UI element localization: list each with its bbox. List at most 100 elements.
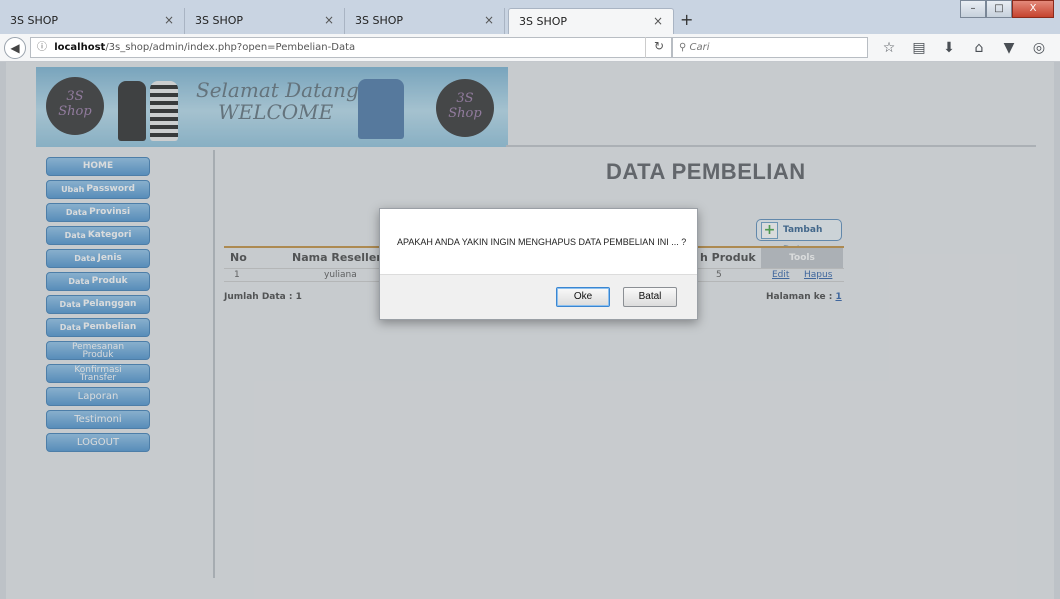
download-icon[interactable]: ⬇ (934, 39, 964, 57)
page-link[interactable]: 1 (835, 292, 841, 302)
cell-reseller: yuliana (324, 270, 357, 280)
logo-text-top: 3S (66, 89, 84, 104)
pagination: Halaman ke : 1 (766, 292, 842, 302)
greeting-text: Selamat Datang WELCOME (196, 79, 359, 123)
new-tab-button[interactable]: + (680, 10, 693, 29)
add-data-button[interactable]: + Tambah Data (756, 219, 842, 255)
sidebar-item-jenis[interactable]: Data Jenis (46, 249, 150, 268)
column-header-tools: Tools (761, 248, 843, 268)
sidebar-item-prefix: Data (64, 231, 86, 240)
navigation-bar: ◀ ⓘ localhost/3s_shop/admin/index.php?op… (0, 34, 1060, 62)
sidebar-item-label: Transfer (79, 373, 117, 383)
sidebar-item-laporan[interactable]: Laporan (46, 387, 150, 406)
home-icon[interactable]: ⌂ (964, 39, 994, 57)
edit-link[interactable]: Edit (772, 270, 789, 280)
sidebar-item-testimoni[interactable]: Testimoni (46, 410, 150, 429)
close-window-button[interactable]: X (1012, 0, 1054, 18)
model-photo (118, 81, 146, 141)
page-title: DATA PEMBELIAN (606, 159, 806, 184)
sidebar-item-pelanggan[interactable]: Data Pelanggan (46, 295, 150, 314)
sidebar-item-home[interactable]: HOME (46, 157, 150, 176)
tab-close-icon[interactable]: × (653, 14, 663, 28)
tab-title: 3S SHOP (519, 15, 568, 28)
reading-list-icon[interactable]: ▤ (904, 39, 934, 57)
pagination-label: Halaman ke : (766, 292, 836, 302)
sidebar-item-konfirmasi[interactable]: Konfirmasi Transfer (46, 364, 150, 383)
sidebar-item-pembelian[interactable]: Data Pembelian (46, 318, 150, 337)
sidebar-item-label: Pelanggan (82, 299, 137, 309)
tab-title: 3S SHOP (355, 14, 404, 27)
back-button[interactable]: ◀ (4, 37, 26, 59)
cancel-button[interactable]: Batal (623, 287, 677, 307)
browser-tab[interactable]: 3S SHOP × (185, 8, 345, 34)
reload-button[interactable]: ↻ (645, 37, 672, 58)
menu-icon[interactable]: ≡ (1054, 39, 1060, 57)
logo-text-top: 3S (456, 91, 474, 106)
pocket-icon[interactable]: ▼ (994, 39, 1024, 57)
browser-tab[interactable]: 3S SHOP × (345, 8, 505, 34)
toolbar-icons: ☆ ▤ ⬇ ⌂ ▼ ◎ ≡ (874, 39, 1060, 57)
header-divider (506, 145, 1036, 147)
dialog-footer: Oke Batal (380, 274, 697, 319)
browser-tab-active[interactable]: 3S SHOP × (508, 8, 674, 34)
ok-button[interactable]: Oke (556, 287, 610, 307)
sidebar-item-label: Provinsi (89, 207, 131, 217)
tab-title: 3S SHOP (10, 14, 59, 27)
url-path: /3s_shop/admin/index.php?open=Pembelian-… (105, 42, 356, 53)
add-icon: + (761, 222, 778, 239)
column-header-no: No (230, 251, 247, 264)
sidebar-item-label: Produk (91, 276, 128, 286)
sidebar-item-label: Laporan (77, 391, 119, 402)
sidebar-divider (213, 150, 215, 578)
tab-bar: 3S SHOP × 3S SHOP × 3S SHOP × 3S SHOP × … (0, 0, 1060, 34)
bookmark-star-icon[interactable]: ☆ (874, 39, 904, 57)
sidebar-item-label: Kategori (87, 230, 132, 240)
sidebar-item-label: Testimoni (74, 414, 122, 425)
sidebar-item-kategori[interactable]: Data Kategori (46, 226, 150, 245)
tab-close-icon[interactable]: × (484, 13, 494, 27)
model-photo (358, 79, 404, 139)
sidebar-item-prefix: Data (59, 323, 81, 332)
sidebar-item-prefix: Data (65, 208, 88, 217)
browser-tab[interactable]: 3S SHOP × (0, 8, 185, 34)
sidebar-menu: HOME Ubah Password Data Provinsi Data Kateg… (46, 157, 150, 456)
sidebar-item-prefix: Data (74, 254, 96, 263)
page-content: 3S Shop Selamat Datang WELCOME 3S Shop H… (6, 62, 1054, 599)
cell-jumlah: 5 (716, 270, 722, 280)
logo-text-bottom: Shop (448, 106, 482, 121)
sidebar-item-pemesanan[interactable]: Pemesanan Produk (46, 341, 150, 360)
back-arrow-icon: ◀ (10, 41, 20, 55)
tab-close-icon[interactable]: × (164, 13, 174, 27)
sidebar-item-label: Jenis (97, 253, 122, 263)
cell-no: 1 (234, 270, 240, 280)
window-controls: – □ X (960, 0, 1054, 18)
delete-link[interactable]: Hapus (804, 270, 832, 280)
site-banner: 3S Shop Selamat Datang WELCOME 3S Shop (36, 67, 508, 147)
maximize-button[interactable]: □ (986, 0, 1012, 18)
addon-icon[interactable]: ◎ (1024, 39, 1054, 57)
tab-close-icon[interactable]: × (324, 13, 334, 27)
logo-text-bottom: Shop (58, 104, 92, 119)
record-count: Jumlah Data : 1 (224, 292, 302, 302)
sidebar-item-label: HOME (82, 161, 114, 171)
sidebar-item-prefix: Data (59, 300, 81, 309)
minimize-button[interactable]: – (960, 0, 986, 18)
column-header-reseller: Nama Reseller (292, 251, 382, 264)
url-bar[interactable]: ⓘ localhost/3s_shop/admin/index.php?open… (30, 37, 672, 58)
sidebar-item-prefix: Ubah (61, 185, 85, 194)
sidebar-item-produk[interactable]: Data Produk (46, 272, 150, 291)
search-input[interactable]: ⚲ Cari (672, 37, 868, 58)
sidebar-item-logout[interactable]: LOGOUT (46, 433, 150, 452)
search-icon: ⚲ (679, 42, 690, 53)
greeting-line1: Selamat Datang (196, 78, 359, 102)
sidebar-item-label: LOGOUT (76, 437, 120, 448)
sidebar-item-provinsi[interactable]: Data Provinsi (46, 203, 150, 222)
sidebar-item-label: Pembelian (82, 322, 137, 332)
shop-logo: 3S Shop (436, 79, 494, 137)
reload-icon: ↻ (653, 39, 665, 53)
tab-title: 3S SHOP (195, 14, 244, 27)
info-icon[interactable]: ⓘ (37, 42, 47, 53)
sidebar-item-password[interactable]: Ubah Password (46, 180, 150, 199)
column-header-jumlah: h Produk (700, 251, 756, 264)
dialog-message: APAKAH ANDA YAKIN INGIN MENGHAPUS DATA P… (397, 237, 687, 247)
